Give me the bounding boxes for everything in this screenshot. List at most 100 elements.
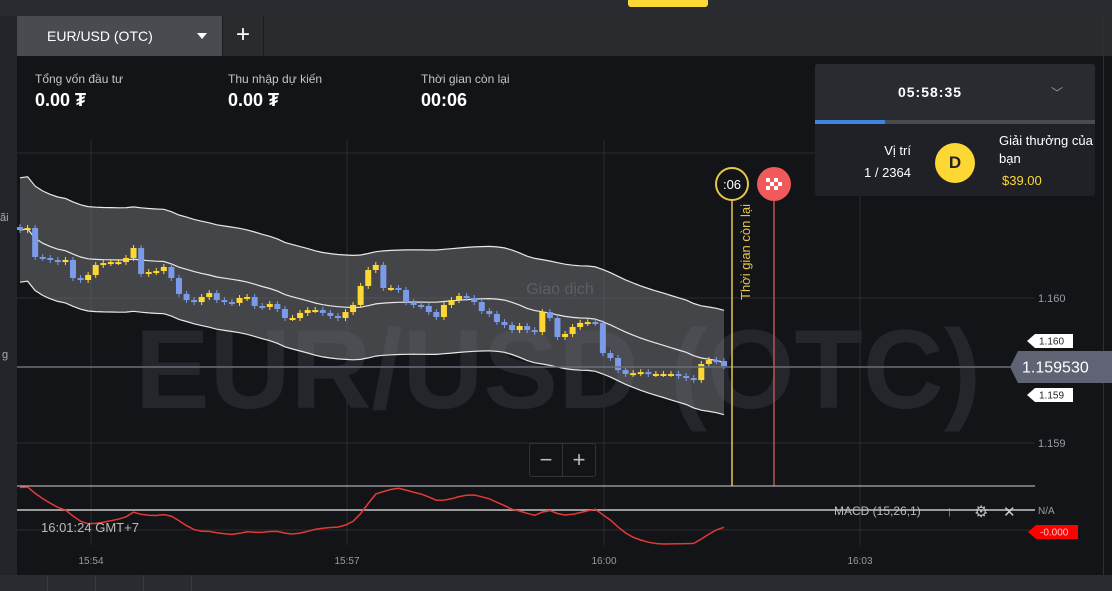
- stat-value: 00:06: [421, 90, 468, 110]
- candle: [531, 330, 538, 333]
- candle: [599, 322, 606, 354]
- candle: [236, 298, 243, 303]
- candle: [107, 262, 114, 265]
- candle: [153, 271, 160, 274]
- candle: [668, 373, 675, 376]
- candle: [297, 312, 304, 319]
- candle: [92, 264, 99, 275]
- tournament-header[interactable]: 05:58:35 ﹀: [815, 64, 1095, 120]
- candle: [54, 260, 61, 263]
- candle: [304, 310, 311, 313]
- stat-expected-income: Thu nhập dự kiến 0.00 ₮: [228, 72, 322, 111]
- candle: [266, 303, 273, 307]
- stat-value: 0.00 ₮: [35, 90, 87, 110]
- candle: [630, 373, 637, 376]
- stat-label: Thời gian còn lại: [421, 72, 510, 86]
- stat-investment: Tổng vốn đầu tư 0.00 ₮: [35, 72, 123, 111]
- candle: [175, 277, 182, 294]
- candle: [115, 262, 122, 265]
- candle: [213, 293, 220, 301]
- position-label: Vị trí: [884, 143, 911, 158]
- candle: [652, 373, 659, 376]
- candle: [456, 295, 463, 301]
- candle: [191, 300, 198, 303]
- candle: [410, 302, 417, 305]
- toolbar-button[interactable]: [144, 575, 192, 591]
- checkered-flag-icon: [770, 182, 774, 186]
- candle: [645, 372, 652, 375]
- candle: [478, 302, 485, 312]
- zoom-out-button[interactable]: −: [530, 444, 563, 476]
- candle: [168, 266, 175, 278]
- position-value: 1 / 2364: [864, 165, 911, 180]
- checkered-flag-icon: [766, 186, 770, 190]
- arrow-up-icon[interactable]: ↑: [946, 503, 953, 519]
- candle: [206, 293, 213, 297]
- candle: [47, 257, 54, 261]
- candle: [138, 247, 145, 274]
- candle: [198, 296, 205, 303]
- candle: [100, 263, 107, 266]
- candle: [244, 296, 251, 299]
- candle: [228, 302, 235, 305]
- candle: [637, 372, 644, 375]
- candle: [721, 361, 727, 367]
- candle: [607, 353, 614, 359]
- candle: [546, 312, 553, 319]
- time-tick: 15:54: [78, 556, 103, 567]
- candle: [145, 272, 152, 275]
- candle: [592, 322, 599, 325]
- toolbar-button[interactable]: [0, 575, 48, 591]
- macd-line: [19, 486, 725, 545]
- close-icon[interactable]: ✕: [1003, 504, 1016, 521]
- time-left-vertical-label: Thời gian còn lại: [738, 204, 753, 300]
- macd-label: MACD (15,26,1): [834, 504, 921, 518]
- candle: [577, 322, 584, 327]
- candle: [463, 295, 470, 298]
- candle: [160, 266, 167, 272]
- candle: [660, 373, 667, 376]
- candle: [554, 318, 561, 338]
- candle: [69, 260, 76, 278]
- chevron-down-icon[interactable]: ﹀: [1051, 84, 1063, 101]
- tournament-timer: 05:58:35: [897, 84, 963, 100]
- candle: [690, 378, 697, 381]
- candle: [713, 360, 720, 363]
- candle: [85, 274, 92, 281]
- candle: [584, 322, 591, 325]
- candle: [524, 325, 531, 331]
- checkered-flag-icon: [766, 178, 770, 182]
- candle: [705, 360, 712, 364]
- bottom-toolbar: [0, 575, 1112, 591]
- candle: [622, 370, 629, 374]
- price-tick: 1.160: [1038, 293, 1066, 305]
- candle: [39, 256, 46, 259]
- stat-label: Thu nhập dự kiến: [228, 72, 323, 86]
- candle: [289, 318, 296, 321]
- candle: [425, 305, 432, 313]
- toolbar-button[interactable]: [48, 575, 96, 591]
- stat-label: Tổng vốn đầu tư: [35, 72, 124, 86]
- candle: [539, 312, 546, 333]
- candle: [259, 305, 266, 308]
- price-tick: 1.159: [1038, 438, 1066, 450]
- candle: [334, 315, 341, 319]
- candle: [440, 304, 447, 317]
- prize-value: $39.00: [1002, 173, 1042, 188]
- checkered-flag-icon: [774, 186, 778, 190]
- candle: [562, 333, 569, 338]
- candle: [62, 260, 69, 263]
- zoom-in-button[interactable]: +: [563, 444, 595, 476]
- macd-na: N/A: [1038, 506, 1055, 517]
- tournament-panel: 05:58:35 ﹀ Vị trí 1 / 2364 D Giải thưởng …: [815, 64, 1095, 196]
- toolbar-button[interactable]: [96, 575, 144, 591]
- candle: [221, 300, 228, 303]
- gear-icon[interactable]: ⚙: [974, 504, 988, 521]
- checkered-flag-icon: [774, 178, 778, 182]
- stat-time-left: Thời gian còn lại 00:06: [421, 72, 510, 111]
- candle: [327, 312, 334, 316]
- candle: [274, 303, 281, 310]
- candle: [403, 290, 410, 303]
- candle: [17, 227, 23, 230]
- candle: [365, 270, 372, 286]
